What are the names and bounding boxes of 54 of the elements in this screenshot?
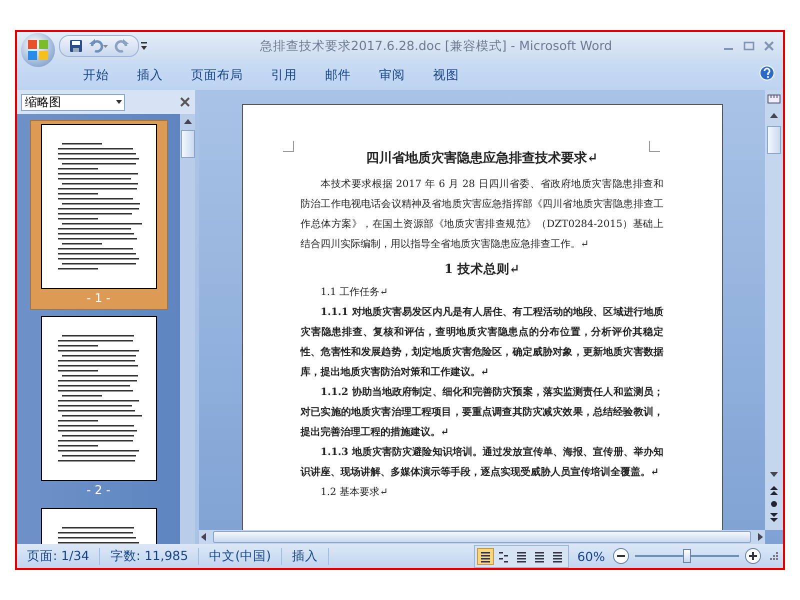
paragraph: 1.1 工作任务↵	[320, 286, 389, 300]
scroll-up-icon[interactable]	[769, 111, 779, 119]
document-title: 四川省地质灾害隐患应急排查技术要求↵	[365, 150, 599, 168]
previous-page-icon[interactable]	[768, 484, 780, 496]
zoom-in-button[interactable]	[745, 548, 761, 564]
scrollbar[interactable]	[180, 114, 195, 544]
insert-mode[interactable]: 插入	[282, 548, 329, 564]
scrollbar[interactable]	[199, 530, 765, 544]
save-icon[interactable]	[68, 38, 84, 54]
view-layout-icon	[479, 550, 492, 562]
view-layout-icon	[515, 550, 528, 562]
paragraph: 1.1.2 协助当地政府制定、细化和完善防灾预案，落实监测责任人和监测员；对已实施的地质灾害治理工程项目，要重点调查其防灾减灾效果，总结经验教训，提出完善治理工程的措施建议。↵	[300, 385, 664, 440]
ribbon-tab[interactable]: 邮件	[311, 62, 365, 88]
resize-grip-icon[interactable]	[769, 550, 779, 560]
scroll-up-icon[interactable]	[182, 117, 192, 125]
scroll-down-icon[interactable]	[769, 471, 779, 479]
customize-toolbar-icon[interactable]	[139, 40, 149, 52]
ribbon-tab[interactable]: 开始	[69, 62, 123, 88]
plus-icon	[748, 551, 758, 561]
scrollbar[interactable]	[765, 90, 783, 530]
ribbon-tab[interactable]: 视图	[419, 62, 473, 88]
ruler-icon[interactable]	[767, 92, 781, 106]
slider-thumb[interactable]	[683, 549, 691, 563]
scroll-right-icon[interactable]	[755, 532, 765, 542]
ribbon-tab[interactable]: 引用	[257, 62, 311, 88]
help-icon[interactable]	[759, 65, 775, 81]
next-page-icon[interactable]	[768, 512, 780, 524]
pane-dropdown[interactable]: 缩略图	[21, 94, 125, 110]
ribbon-tab[interactable]: 页面布局	[177, 62, 257, 88]
zoom-out-button[interactable]	[613, 548, 629, 564]
ribbon-tab[interactable]: 插入	[123, 62, 177, 88]
paragraph: 1.1.1 对地质灾害易发区内凡是有人居住、有工程活动的地段、区域进行地质灾害隐患排查、复核和评估，查明地质灾害隐患点的分布位置，分析评价其稳定性、危害性和发展趋势，划定地质灾害危险区，确定威胁对象，更新地质灾害数据库，提出地质灾害防治对策和工作建议。↵	[300, 305, 664, 380]
view-button[interactable]	[477, 548, 494, 564]
ribbon-tab[interactable]: 审阅	[365, 62, 419, 88]
view-layout-icon	[533, 550, 546, 562]
section-heading: 1 技术总则↵	[443, 260, 521, 278]
browse-object-icon[interactable]	[768, 498, 780, 510]
page-count[interactable]: 页面: 1/34	[17, 548, 100, 564]
page-thumbnail[interactable]: - 2 -	[30, 312, 168, 502]
scroll-thumb[interactable]	[213, 531, 751, 543]
window-title: 急排查技术要求2017.6.28.doc [兼容模式] - Microsoft Word	[258, 38, 614, 54]
scroll-left-icon[interactable]	[199, 532, 209, 542]
word-count[interactable]: 字数: 11,985	[100, 548, 200, 564]
office-button[interactable]	[21, 33, 55, 67]
paragraph: 1.2 基本要求↵	[320, 486, 389, 500]
paragraph: 本技术要求根据 2017 年 6 月 28 日四川省委、省政府地质灾害隐患排查和防治工作电视电话会议精神及省地质灾害应急指挥部《四川省地质灾害隐患排查工作总体方案》，在国土资源部《地质灾害排查规范》（DZT0284-2015）基础上结合四川实际编制，用以指导全省地质灾害隐患应急排查工作。↵	[300, 178, 664, 252]
paragraph: 1.1.3 地质灾害防灾避险知识培训。通过发放宣传单、海报、宣传册、举办知识讲座、现场讲解、多媒体演示等手段，逐点实现受威胁人员宣传培训全覆盖。↵	[300, 445, 664, 480]
view-layout-icon	[551, 550, 564, 562]
scroll-thumb[interactable]	[767, 126, 781, 154]
close-icon[interactable]	[179, 96, 191, 108]
view-layout-icon	[497, 550, 510, 562]
zoom-level[interactable]: 60%	[569, 548, 613, 564]
scroll-thumb[interactable]	[180, 130, 194, 158]
language-indicator[interactable]: 中文(中国)	[199, 548, 282, 564]
